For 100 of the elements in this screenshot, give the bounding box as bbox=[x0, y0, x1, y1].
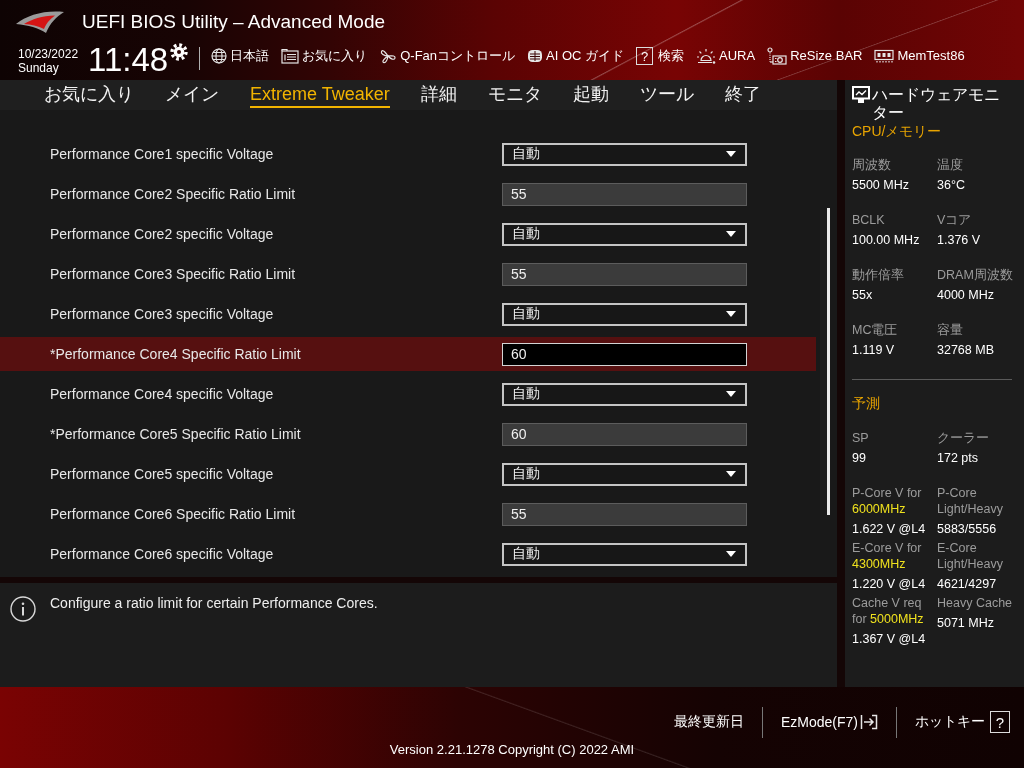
monitor-value: 1.119 V bbox=[852, 342, 895, 359]
dropdown[interactable]: 自動 bbox=[502, 462, 747, 486]
toolbar-button[interactable]: AURA bbox=[696, 47, 756, 65]
monitor-value: 4621/4297 bbox=[937, 576, 997, 593]
dropdown[interactable]: 自動 bbox=[502, 302, 747, 326]
monitor-label: 容量 bbox=[937, 322, 963, 338]
fan-icon bbox=[379, 48, 398, 64]
caret-icon bbox=[726, 151, 736, 157]
setting-row[interactable]: Performance Core1 specific Voltage 自動 bbox=[0, 137, 816, 171]
footer-button[interactable]: 最終更新日 bbox=[673, 713, 744, 731]
ratio-field[interactable]: 60 bbox=[502, 422, 747, 446]
window-title: UEFI BIOS Utility – Advanced Mode bbox=[82, 11, 386, 33]
footer-button[interactable]: EzMode(F7) bbox=[780, 713, 878, 731]
tab[interactable]: 起動 bbox=[572, 80, 609, 108]
section-title: 予測 bbox=[852, 394, 881, 412]
monitor-label: Cache V req for 5000MHz bbox=[852, 595, 925, 627]
setting-label: Performance Core3 specific Voltage bbox=[49, 306, 275, 322]
toolbar-button[interactable]: Q-Fanコントロール bbox=[379, 47, 516, 65]
dropdown[interactable]: 自動 bbox=[502, 542, 747, 566]
monitor-value: 5500 MHz bbox=[852, 177, 909, 194]
setting-label: Performance Core6 Specific Ratio Limit bbox=[49, 506, 297, 522]
monitor-label: Heavy Cache bbox=[937, 595, 1013, 611]
footer-button[interactable]: ホットキー ? bbox=[915, 711, 1010, 733]
setting-label: *Performance Core4 Specific Ratio Limit bbox=[49, 346, 302, 362]
monitor-label: P-Core V for 6000MHz bbox=[852, 485, 923, 517]
lamp-icon bbox=[696, 48, 717, 64]
setting-row[interactable]: Performance Core2 specific Voltage 自動 bbox=[0, 217, 816, 251]
monitor-value: 32768 MB bbox=[937, 342, 994, 359]
monitor-label: SP bbox=[852, 430, 869, 446]
tab[interactable]: 終了 bbox=[724, 80, 761, 108]
ratio-field[interactable]: 55 bbox=[502, 502, 747, 526]
caret-icon bbox=[726, 471, 736, 477]
monitor-label: P-Core Light/Heavy bbox=[937, 485, 1004, 517]
help-icon: ? bbox=[636, 47, 654, 65]
toolbar-button[interactable]: お気に入り bbox=[281, 47, 368, 65]
ratio-field[interactable]: 55 bbox=[502, 262, 747, 286]
setting-label: Performance Core2 Specific Ratio Limit bbox=[49, 186, 297, 202]
setting-label: Performance Core3 Specific Ratio Limit bbox=[49, 266, 297, 282]
monitor-value: 4000 MHz bbox=[937, 287, 994, 304]
panel-title: ハードウェアモニター bbox=[872, 86, 1001, 122]
exit-icon bbox=[860, 713, 878, 731]
monitor-value: 36°C bbox=[937, 177, 965, 194]
help-icon: ? bbox=[990, 711, 1010, 733]
ratio-field[interactable]: 60 bbox=[502, 342, 747, 366]
toolbar-button[interactable]: MemTest86 bbox=[874, 47, 965, 65]
monitor-label: MC電圧 bbox=[852, 322, 898, 338]
setting-row[interactable]: *Performance Core5 Specific Ratio Limit 60 bbox=[0, 417, 816, 451]
monitor-value: 1.622 V @L4 bbox=[852, 521, 926, 538]
globe-icon bbox=[211, 48, 228, 64]
scrollbar-thumb[interactable] bbox=[827, 208, 830, 515]
monitor-value: 1.376 V bbox=[937, 232, 981, 249]
setting-label: Performance Core4 specific Voltage bbox=[49, 386, 275, 402]
tab[interactable]: メイン bbox=[165, 80, 219, 108]
monitor-value: 1.367 V @L4 bbox=[852, 631, 926, 648]
setting-row[interactable]: Performance Core6 Specific Ratio Limit 55 bbox=[0, 497, 816, 531]
setting-label: Performance Core1 specific Voltage bbox=[49, 146, 275, 162]
toolbar-button[interactable]: 日本語 bbox=[211, 47, 270, 65]
caret-icon bbox=[726, 231, 736, 237]
monitor-label: クーラー bbox=[937, 430, 989, 446]
toolbar-button[interactable]: ? 検索 bbox=[636, 47, 685, 65]
tab[interactable]: お気に入り bbox=[44, 80, 134, 108]
monitor-label: 周波数 bbox=[852, 157, 891, 173]
settings-icon[interactable] bbox=[170, 43, 189, 61]
clock-date: 10/23/2022 bbox=[18, 47, 79, 61]
monitor-label: E-Core Light/Heavy bbox=[937, 540, 1004, 572]
setting-row[interactable]: Performance Core5 specific Voltage 自動 bbox=[0, 457, 816, 491]
monitor-label: Vコア bbox=[937, 212, 972, 228]
monitor-value: 55x bbox=[852, 287, 873, 304]
section-title: CPU/メモリー bbox=[852, 122, 943, 140]
setting-row[interactable]: Performance Core3 specific Voltage 自動 bbox=[0, 297, 816, 331]
setting-row[interactable]: Performance Core3 Specific Ratio Limit 55 bbox=[0, 257, 816, 291]
dropdown[interactable]: 自動 bbox=[502, 382, 747, 406]
setting-label: Performance Core5 specific Voltage bbox=[49, 466, 275, 482]
setting-row[interactable]: Performance Core2 Specific Ratio Limit 55 bbox=[0, 177, 816, 211]
tab[interactable]: Extreme Tweaker bbox=[250, 80, 390, 108]
setting-row[interactable]: Performance Core4 specific Voltage 自動 bbox=[0, 377, 816, 411]
setting-row[interactable]: *Performance Core4 Specific Ratio Limit 60 bbox=[0, 337, 816, 371]
tab[interactable]: モニタ bbox=[487, 80, 542, 108]
setting-row[interactable]: Performance Core6 specific Voltage 自動 bbox=[0, 537, 816, 571]
dropdown[interactable]: 自動 bbox=[502, 142, 747, 166]
dropdown[interactable]: 自動 bbox=[502, 222, 747, 246]
monitor-value: 5883/5556 bbox=[937, 521, 997, 538]
chip-icon bbox=[527, 48, 544, 64]
logo-icon bbox=[15, 9, 65, 35]
monitor-value: 172 pts bbox=[937, 450, 978, 467]
toolbar-button[interactable]: ReSize BAR bbox=[767, 47, 863, 65]
version-text: Version 2.21.1278 Copyright (C) 2022 AMI bbox=[389, 742, 635, 758]
weekday-label: Sunday bbox=[18, 61, 59, 75]
tab[interactable]: 詳細 bbox=[420, 80, 457, 108]
monitor-value: 1.220 V @L4 bbox=[852, 576, 926, 593]
monitor-label: 動作倍率 bbox=[852, 267, 904, 283]
setting-label: Performance Core2 specific Voltage bbox=[49, 226, 275, 242]
caret-icon bbox=[726, 551, 736, 557]
setting-label: Performance Core6 specific Voltage bbox=[49, 546, 275, 562]
monitor-label: DRAM周波数 bbox=[937, 267, 1013, 283]
setting-label: *Performance Core5 Specific Ratio Limit bbox=[49, 426, 302, 442]
tab[interactable]: ツール bbox=[639, 80, 694, 108]
toolbar-button[interactable]: AI OC ガイド bbox=[527, 47, 625, 65]
memory-icon bbox=[874, 49, 895, 63]
ratio-field[interactable]: 55 bbox=[502, 182, 747, 206]
